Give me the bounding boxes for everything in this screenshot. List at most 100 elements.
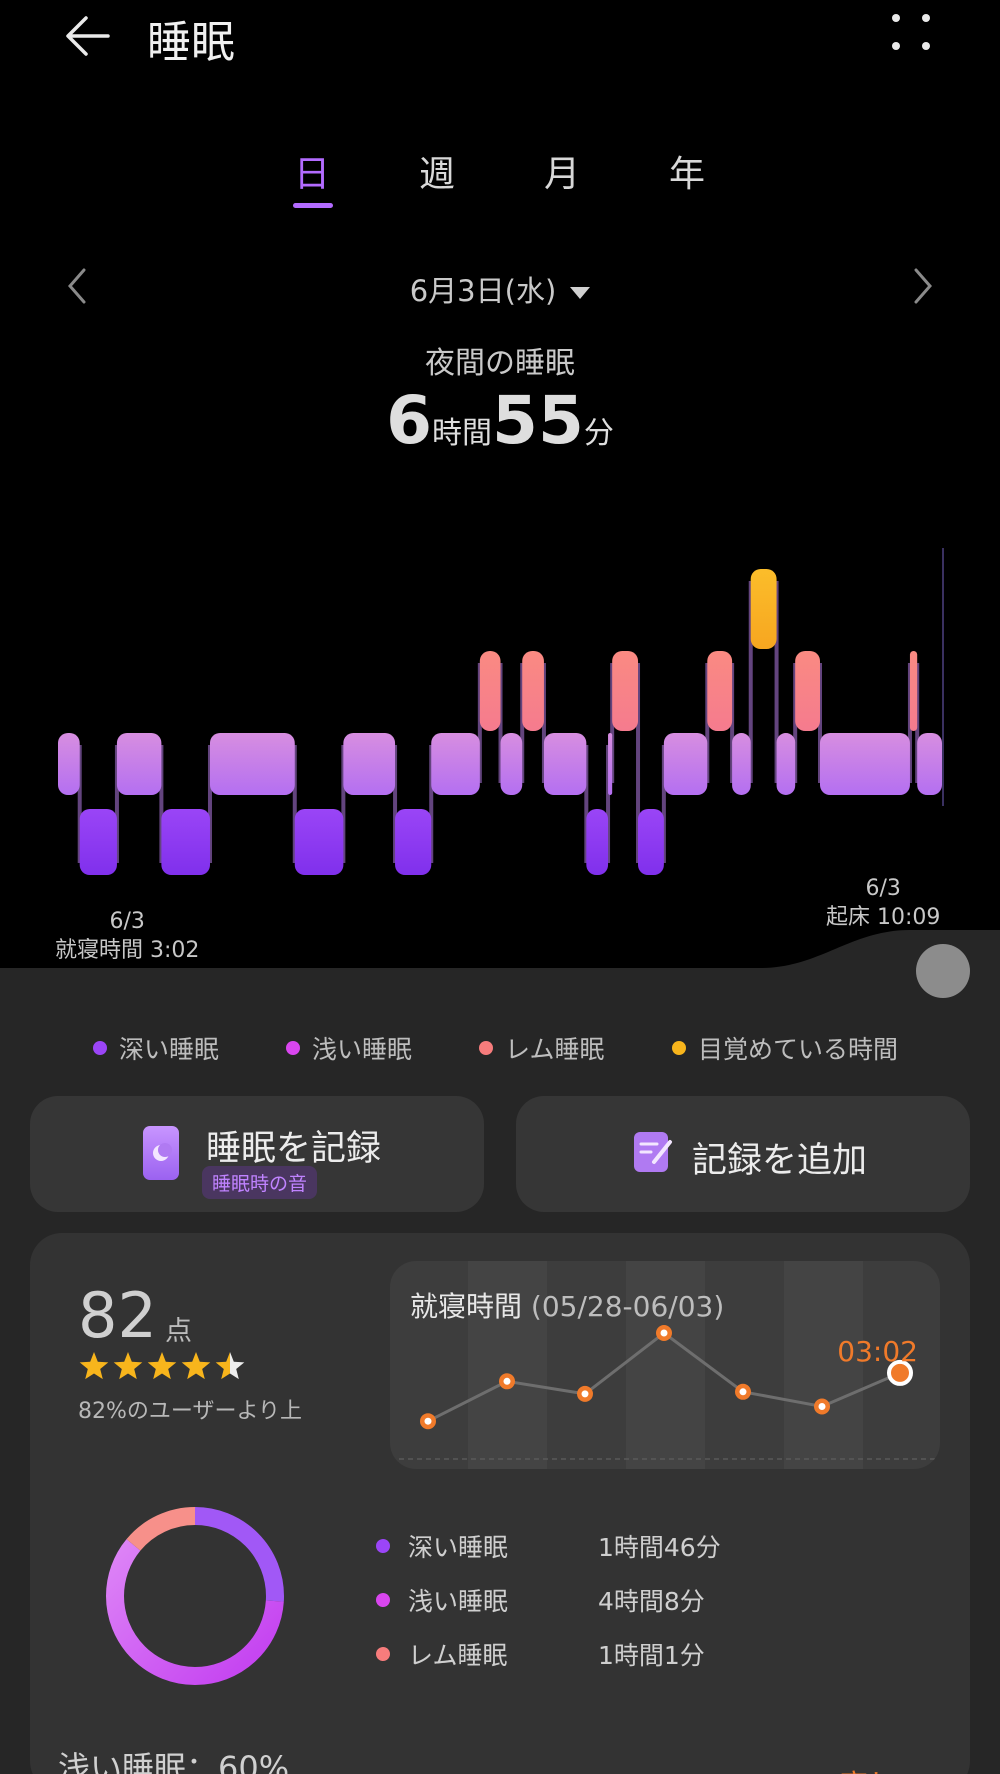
stage-bar-deep: [638, 809, 664, 875]
caret-down-icon: [570, 287, 591, 299]
phone-moon-icon: [143, 1126, 179, 1180]
stage-bar-light: [917, 733, 942, 795]
bedtime-range: (05/28-06/03): [530, 1290, 725, 1323]
stage-dot: [376, 1593, 390, 1607]
sleep-duration: 6時間55分: [0, 382, 1000, 459]
date-dropdown[interactable]: 6月3日(水): [0, 268, 1000, 310]
score-comparison: 82%のユーザーより上: [78, 1399, 303, 1424]
stage-duration: 1時間1分: [598, 1641, 705, 1670]
sleep-score-card[interactable]: 82 点 82%のユーザーより上 就寝時間 (05/28-06/03) 03:0…: [30, 1233, 970, 1774]
legend-label: 浅い睡眠: [312, 1035, 413, 1064]
stage-name: レム睡眠: [408, 1641, 508, 1670]
date-selector: 6月3日(水): [0, 262, 1000, 312]
stage-name: 浅い睡眠: [408, 1587, 509, 1616]
legend-label: 目覚めている時間: [698, 1035, 899, 1064]
minutes-unit: 分: [583, 416, 614, 451]
legend-label: レム睡眠: [505, 1035, 605, 1064]
record-sleep-label: 睡眠を記録: [206, 1129, 382, 1169]
more-options-icon[interactable]: [880, 8, 940, 58]
legend-label: 深い睡眠: [119, 1035, 220, 1064]
bedtime-point-inner: [739, 1388, 747, 1396]
bedtime-point-inner: [503, 1377, 511, 1385]
bedtime-time: 就寝時間 3:02: [55, 938, 200, 963]
legend-dot: [286, 1041, 300, 1055]
star-rating-icon: [79, 1352, 245, 1380]
sleep-sound-badge: 睡眠時の音: [202, 1166, 318, 1199]
add-record-button[interactable]: 記録を追加: [516, 1096, 970, 1212]
stage-bar-deep: [294, 809, 344, 875]
stage-bar-light: [608, 733, 613, 795]
wake-time: 起床 10:09: [826, 905, 941, 930]
stage-bar-light: [732, 733, 751, 795]
score-value: 82: [78, 1279, 157, 1352]
bedtime-date: 6/3: [109, 909, 145, 934]
star-mark: [181, 1352, 211, 1380]
stage-bar-deep: [586, 809, 609, 875]
chevron-right-icon[interactable]: [902, 264, 942, 308]
bedtime-label: 6/3 就寝時間 3:02: [55, 907, 199, 965]
stage-bar-light: [209, 733, 295, 795]
back-arrow-icon[interactable]: [60, 8, 116, 64]
legend-light: 浅い睡眠: [286, 1030, 412, 1066]
stage-bar-awake: [750, 569, 777, 649]
bedtime-point-inner: [581, 1390, 589, 1398]
stage-name: 深い睡眠: [408, 1533, 509, 1562]
stage-bar-deep: [79, 809, 117, 875]
stage-bars: [58, 569, 942, 875]
stage-bar-light: [663, 733, 708, 795]
legend-dot: [93, 1041, 107, 1055]
stage-bar-light: [543, 733, 587, 795]
record-sleep-button[interactable]: 睡眠を記録 睡眠時の音: [30, 1096, 484, 1212]
stage-bar-light: [500, 733, 523, 795]
stage-dot: [376, 1647, 390, 1661]
wake-label: 6/3 起床 10:09: [826, 874, 940, 932]
legend-rem: レム睡眠: [479, 1030, 605, 1066]
tab-day[interactable]: 日: [272, 145, 352, 197]
bedtime-title: 就寝時間 (05/28-06/03): [410, 1285, 724, 1325]
light-sleep-percent: 浅い睡眠：60%: [58, 1749, 290, 1774]
period-tabs: 日 週 月 年: [0, 145, 1000, 215]
stage-row-deep: 深い睡眠 1時間46分: [376, 1529, 776, 1563]
tab-year[interactable]: 年: [647, 145, 727, 197]
tab-month[interactable]: 月: [522, 145, 602, 197]
stage-row-rem: レム睡眠 1時間1分: [376, 1637, 776, 1671]
stage-bar-light: [343, 733, 396, 795]
stage-bar-light: [431, 733, 480, 795]
tab-indicator: [293, 203, 333, 208]
bedtime-point-inner: [818, 1403, 826, 1410]
stage-bar-rem: [612, 651, 639, 731]
stage-row-light: 浅い睡眠 4時間8分: [376, 1583, 776, 1617]
stage-bar-deep: [161, 809, 210, 875]
hours-value: 6: [386, 382, 433, 459]
stage-bar-rem: [479, 651, 501, 731]
summary-label: 夜間の睡眠: [425, 346, 575, 381]
legend-dot: [672, 1041, 686, 1055]
stage-bar-rem: [909, 651, 918, 731]
score-unit: 点: [165, 1316, 192, 1347]
stage-duration: 1時間46分: [598, 1533, 721, 1562]
star-mark: [79, 1352, 109, 1380]
legend-awake: 目覚めている時間: [672, 1030, 898, 1066]
stage-bar-light: [819, 733, 910, 795]
bedtime-point-inner: [424, 1417, 432, 1425]
bedtime-point-inner: [894, 1366, 906, 1379]
bedtime-point-inner: [660, 1329, 668, 1337]
more-link[interactable]: 高し: [840, 1763, 896, 1774]
stage-bar-rem: [522, 651, 544, 731]
hours-unit: 時間: [432, 416, 493, 451]
bedtime-latest: 03:02: [837, 1335, 918, 1368]
legend-deep: 深い睡眠: [93, 1030, 219, 1066]
tab-week[interactable]: 週: [397, 145, 477, 197]
stage-bar-light: [116, 733, 162, 795]
stage-dot: [376, 1539, 390, 1553]
date-label: 6月3日(水): [409, 274, 557, 308]
bedtime-trend-card[interactable]: 就寝時間 (05/28-06/03) 03:02: [390, 1261, 940, 1469]
stage-legend: 深い睡眠 浅い睡眠 レム睡眠 目覚めている時間: [0, 1030, 1000, 1070]
star-mark: [215, 1352, 245, 1380]
stage-bar-light: [776, 733, 796, 795]
scroll-handle[interactable]: [916, 944, 970, 998]
star-mark: [113, 1352, 143, 1380]
star-mark: [147, 1352, 177, 1380]
sleep-stage-chart[interactable]: [0, 540, 1000, 900]
stage-bar-rem: [707, 651, 733, 731]
